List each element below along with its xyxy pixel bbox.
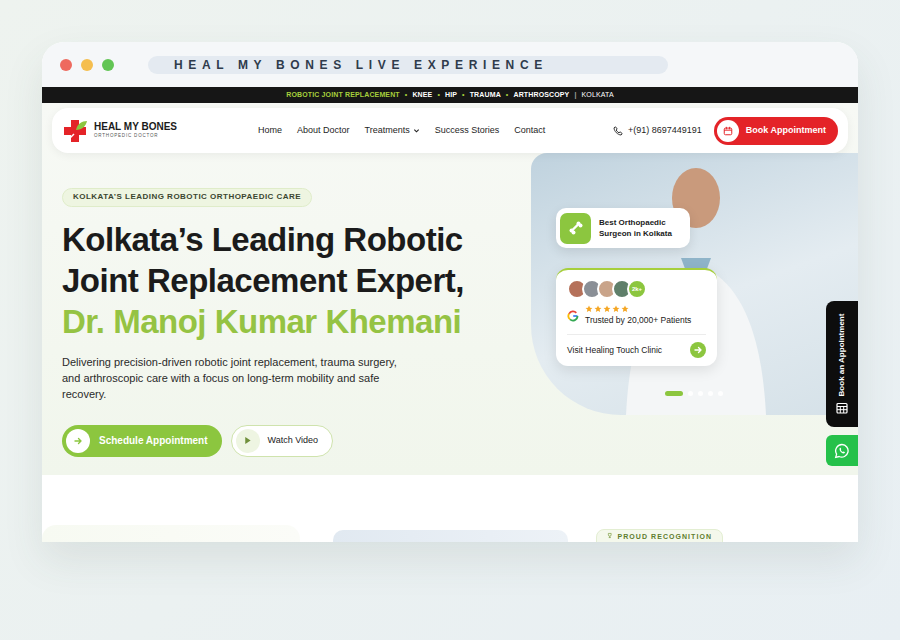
rating-stars <box>585 305 691 313</box>
nav-bar: HEAL MY BONES ORTHOPEDIC DOCTOR Home About … <box>52 108 848 153</box>
brand-tagline: ORTHOPEDIC DOCTOR <box>94 134 177 139</box>
ticker-location: KOLKATA <box>582 90 614 101</box>
hero-text: KOLKATA’S LEADING ROBOTIC ORTHOPAEDIC CA… <box>42 153 531 457</box>
nav-link[interactable]: Home <box>258 124 282 138</box>
calendar-grid-icon <box>836 402 848 414</box>
ticker-item: KNEE <box>412 90 432 101</box>
hero-heading: Kolkata’s Leading RoboticJoint Replaceme… <box>62 219 531 342</box>
best-surgeon-card: Best OrthopaedicSurgeon in Kolkata <box>556 208 690 248</box>
ticker-item: HIP <box>445 90 457 101</box>
carousel-dot[interactable] <box>718 391 723 396</box>
carousel-dot[interactable] <box>698 391 703 396</box>
side-appointment-tab[interactable]: Book an Appointment <box>826 301 858 427</box>
watch-video-button[interactable]: Watch Video <box>231 425 334 457</box>
hero-badge: KOLKATA’S LEADING ROBOTIC ORTHOPAEDIC CA… <box>62 188 312 207</box>
carousel-dots <box>665 391 723 396</box>
carousel-dot[interactable] <box>665 391 683 396</box>
star-icon <box>612 305 620 313</box>
address-pill: HEAL MY BONES LIVE EXPERIENCE <box>148 56 668 74</box>
whatsapp-icon <box>834 443 850 459</box>
star-icon <box>603 305 611 313</box>
close-dot[interactable] <box>60 59 72 71</box>
arrow-right-icon <box>73 436 83 446</box>
clinic-link-button[interactable] <box>690 342 706 358</box>
recognition-section: PROUD RECOGNITION <box>42 475 858 542</box>
logo[interactable]: HEAL MY BONES ORTHOPEDIC DOCTOR <box>62 118 258 144</box>
bone-icon <box>568 220 584 236</box>
window-title: HEAL MY BONES LIVE EXPERIENCE <box>174 59 548 71</box>
decorative-panel <box>42 525 300 542</box>
nav-link[interactable]: About Doctor <box>297 124 350 138</box>
nav-links: Home About Doctor Treatments Success Storie… <box>258 124 545 138</box>
nav-link[interactable]: Treatments <box>365 124 420 138</box>
patient-count-badge: 2k+ <box>627 279 647 299</box>
carousel-dot[interactable] <box>688 391 693 396</box>
arrow-right-icon <box>693 345 703 355</box>
whatsapp-button[interactable] <box>826 435 858 466</box>
recognition-badge: PROUD RECOGNITION <box>596 529 723 542</box>
hero-section: HEAL MY BONES ORTHOPEDIC DOCTOR Home About … <box>42 103 858 475</box>
play-icon <box>243 436 252 445</box>
star-icon <box>594 305 602 313</box>
clinic-link[interactable]: Visit Healing Touch Clinic <box>567 344 662 357</box>
google-icon <box>567 310 579 322</box>
phone-link[interactable]: +(91) 8697449191 <box>613 124 702 138</box>
chevron-down-icon <box>413 127 420 134</box>
ticker-separator: • <box>462 90 465 101</box>
ticker-item: ARTHROSCOPY <box>513 90 569 101</box>
star-icon <box>585 305 593 313</box>
trust-card: 2k+Trusted by 20,000+ PatientsVisit Heal… <box>556 268 717 366</box>
book-appointment-button[interactable]: Book Appointment <box>714 117 838 145</box>
doctor-name: Dr. Manoj Kumar Khemani <box>62 301 531 342</box>
ticker-item: TRAUMA <box>470 90 501 101</box>
brand-name: HEAL MY BONES <box>94 122 177 132</box>
ticker-item: ROBOTIC JOINT REPLACEMENT <box>286 90 400 101</box>
schedule-appointment-button[interactable]: Schedule Appointment <box>62 425 222 457</box>
medical-cross-logo-icon <box>62 118 88 144</box>
maximize-dot[interactable] <box>102 59 114 71</box>
hero-image: Best OrthopaedicSurgeon in Kolkata 2k+Tru… <box>531 153 858 415</box>
carousel-dot[interactable] <box>708 391 713 396</box>
browser-window: HEAL MY BONES LIVE EXPERIENCE ROBOTIC JOI… <box>42 42 858 542</box>
recognition-card <box>333 530 568 542</box>
trophy-icon <box>607 532 613 539</box>
minimize-dot[interactable] <box>81 59 93 71</box>
nav-link[interactable]: Success Stories <box>435 124 500 138</box>
ticker-separator: • <box>506 90 509 101</box>
ticker-bar: ROBOTIC JOINT REPLACEMENT • KNEE • HIP • TRAUM… <box>42 87 858 103</box>
calendar-icon <box>723 126 733 136</box>
star-icon <box>621 305 629 313</box>
title-bar: HEAL MY BONES LIVE EXPERIENCE <box>42 42 858 87</box>
phone-icon <box>613 126 623 136</box>
ticker-separator: • <box>437 90 440 101</box>
nav-link[interactable]: Contact <box>514 124 545 138</box>
ticker-separator: • <box>405 90 408 101</box>
ticker-divider: | <box>574 90 576 101</box>
hero-description: Delivering precision-driven robotic join… <box>62 354 397 402</box>
